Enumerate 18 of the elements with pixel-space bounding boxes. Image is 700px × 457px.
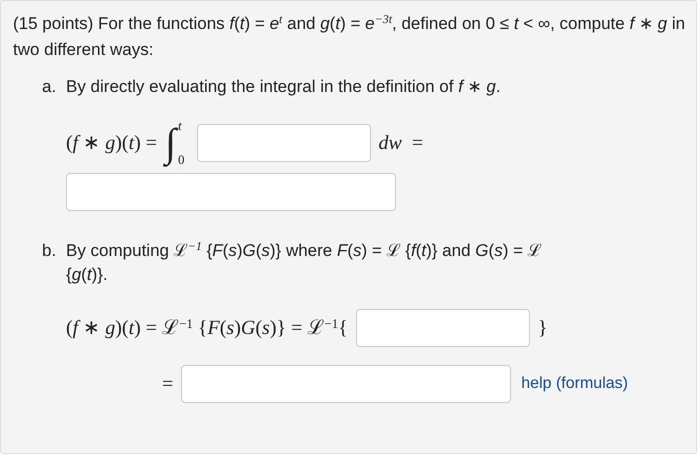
math-expression: =	[162, 372, 174, 397]
integral-sign: ∫	[165, 119, 176, 167]
upper-limit: t	[178, 119, 183, 133]
math-expression: }	[538, 316, 548, 341]
math-expression: dw =	[378, 131, 424, 156]
answer-field[interactable]	[196, 124, 371, 162]
item-text: By directly evaluating the integral in the definition of f ∗ g.	[66, 76, 502, 98]
item-marker: a.	[42, 76, 58, 98]
answer-field[interactable]	[356, 309, 530, 347]
answer-field[interactable]	[181, 365, 512, 403]
math-expression: (f ∗ g)(t) =	[66, 131, 158, 156]
answer-field[interactable]	[66, 173, 396, 211]
help-link[interactable]: help (formulas)	[521, 372, 628, 396]
lower-limit: 0	[178, 153, 185, 167]
math-expression: (f ∗ g)(t) = ℒ$^{−1}$ {F(s)G(s)} = ℒ$^{−1}${	[66, 314, 348, 341]
item-marker: b.	[42, 240, 58, 262]
question-text: (15 points) For the functions f(t) = e$^{t}$ and g(t) = e$^{−3t}$, defined on 0 ≤ t < ∞, compute f ∗ g in two different ways:	[13, 11, 686, 61]
item-text: By computing ℒ$^{−1}$ {F(s)G(s)} where F(s) = ℒ {f(t)} and G(s) = ℒ {g(t)}.	[66, 239, 543, 286]
